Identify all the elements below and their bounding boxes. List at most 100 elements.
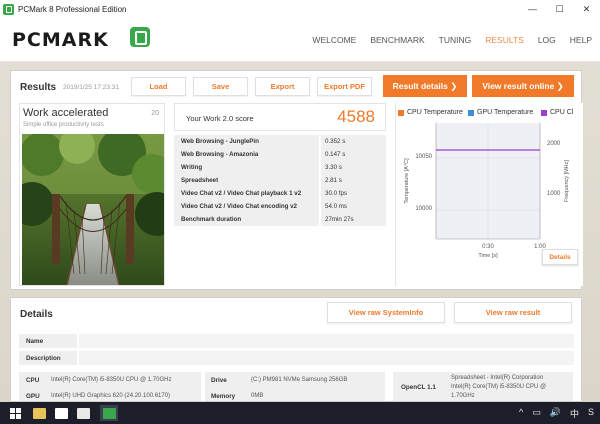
legend-label: CPU Temperature [407,109,463,116]
x-axis-label: Time [s] [478,253,498,259]
export-button[interactable]: Export [255,77,310,96]
pcmark-logo: PCMARK [12,29,109,51]
score-row-label: Web Browsing - Amazonia [181,151,259,158]
pcmark-taskbar-icon[interactable] [100,405,118,421]
score-row: Web Browsing - Amazonia 0.147 s [174,148,386,161]
store-icon[interactable] [52,405,70,421]
tray-chevron-icon[interactable]: ^ [519,407,523,420]
legend-item-gpu-temperature[interactable]: GPU Temperature [468,109,533,116]
score-row-label: Video Chat v2 / Video Chat playback 1 v2 [181,190,302,197]
work-panel: Work accelerated 20 Simple office produc… [19,103,165,286]
score-row-value: 0.352 s [325,138,346,145]
results-date: 2019/1/25 17:23:31 [63,84,120,91]
minimize-button[interactable]: — [519,4,546,14]
view-raw-result-button[interactable]: View raw result [454,302,572,323]
score-row-value: 54.0 ms [325,203,348,210]
score-row: Spreadsheet 2.81 s [174,174,386,187]
score-row-label: Video Chat v2 / Video Chat encoding v2 [181,203,297,210]
view-result-online-button[interactable]: View result online ❯ [472,75,574,97]
tray-ime-icon[interactable]: 中 [570,407,579,420]
nav-log[interactable]: LOG [538,35,556,45]
legend-item-cpu-clock[interactable]: CPU Cl [541,109,573,116]
nav-welcome[interactable]: WELCOME [312,35,356,45]
score-row: Benchmark duration 27min 27s [174,213,386,226]
meta-value[interactable] [77,334,574,348]
meta-value[interactable] [77,351,574,365]
score-panel: Your Work 2.0 score 4588 Web Browsing - … [174,103,386,243]
opencl-label: OpenCL 1.1 [401,384,436,391]
file-explorer-icon[interactable] [30,405,48,421]
meta-label: Description [26,355,61,362]
memory-label: Memory [211,393,236,400]
score-table: Web Browsing - JunglePin 0.352 s Web Brow… [174,135,386,226]
score-row: Writing 3.30 s [174,161,386,174]
score-row-divider [319,174,321,187]
nav-results[interactable]: RESULTS [485,35,524,45]
score-row-value: 27min 27s [325,216,354,223]
close-button[interactable]: ✕ [573,4,600,15]
system-tray: ^ ▭ 🔊 中 S [519,407,594,420]
y-left-tick: 10000 [415,206,432,212]
y-right-axis-label: Frequency [MHz] [564,160,570,202]
opencl-value: 1.70GHz [451,393,475,399]
y-left-tick: 10050 [415,154,432,160]
legend-label: GPU Temperature [477,109,534,116]
y-right-tick: 2000 [547,141,561,147]
nav-help[interactable]: HELP [570,35,592,45]
legend-item-cpu-temperature[interactable]: CPU Temperature [398,109,463,116]
opencl-value: Intel(R) Core(TM) i5-8350U CPU @ [451,384,547,390]
score-row-label: Web Browsing - JunglePin [181,138,259,145]
drive-label: Drive [211,377,227,384]
score-row-value: 2.81 s [325,177,342,184]
memory-value: 0MB [251,393,264,399]
save-button[interactable]: Save [193,77,248,96]
opencl-value: Spreadsheet - Intel(R) Corporation [451,375,544,381]
tray-app-icon[interactable]: S [588,407,594,420]
score-label: Your Work 2.0 score [186,114,254,123]
y-left-axis-label: Temperature [A°C] [404,158,410,204]
title-bar: PCMark 8 Professional Edition — ☐ ✕ [0,0,600,18]
score-value: 4588 [337,107,375,126]
score-row-divider [319,161,321,174]
drive-value: (C:) PM981 NVMe Samsung 256GB [251,377,348,383]
x-tick: 0:30 [482,244,494,250]
nav-benchmark[interactable]: BENCHMARK [370,35,424,45]
folder-icon[interactable] [74,405,92,421]
y-right-tick: 1000 [547,191,561,197]
score-row-divider [319,148,321,161]
score-row: Video Chat v2 / Video Chat encoding v2 54… [174,200,386,213]
score-row: Video Chat v2 / Video Chat playback 1 v2… [174,187,386,200]
cpu-label: CPU [26,377,40,384]
chart-details-button[interactable]: Details [542,249,578,265]
legend-swatch [398,109,404,116]
score-row-divider [319,200,321,213]
load-button[interactable]: Load [131,77,186,96]
work-subtitle: Simple office productivity tests [23,122,104,128]
gpu-label: GPU [26,393,40,400]
tray-battery-icon[interactable]: ▭ [532,407,541,420]
legend-swatch [541,109,547,116]
window-title: PCMark 8 Professional Edition [18,4,127,14]
view-raw-systeminfo-button[interactable]: View raw SystemInfo [327,302,445,323]
work-title: Work accelerated [23,107,109,119]
score-row-label: Spreadsheet [181,177,219,184]
gpu-value: Intel(R) UHD Graphics 620 (24.20.100.617… [51,393,171,399]
score-row: Web Browsing - JunglePin 0.352 s [174,135,386,148]
export-pdf-button[interactable]: Export PDF [317,77,372,96]
main-nav: WELCOME BENCHMARK TUNING RESULTS LOG HEL… [312,18,592,62]
pcmark-app-icon [3,3,14,15]
legend-swatch [468,109,474,116]
result-details-button[interactable]: Result details ❯ [383,75,467,97]
maximize-button[interactable]: ☐ [546,4,573,15]
score-row-label: Benchmark duration [181,216,242,223]
tray-volume-icon[interactable]: 🔊 [550,407,561,420]
nav-tuning[interactable]: TUNING [439,35,472,45]
work-number: 20 [151,110,159,117]
meta-row-name: Name [19,334,574,348]
results-panel: Results 2019/1/25 17:23:31 Load Save Exp… [10,70,583,290]
windows-icon[interactable] [6,405,24,421]
details-title: Details [20,309,53,320]
chart-legend: CPU Temperature GPU Temperature CPU Cl [396,109,583,121]
score-row-value: 3.30 s [325,164,342,171]
details-panel: Details View raw SystemInfo View raw res… [10,297,582,402]
